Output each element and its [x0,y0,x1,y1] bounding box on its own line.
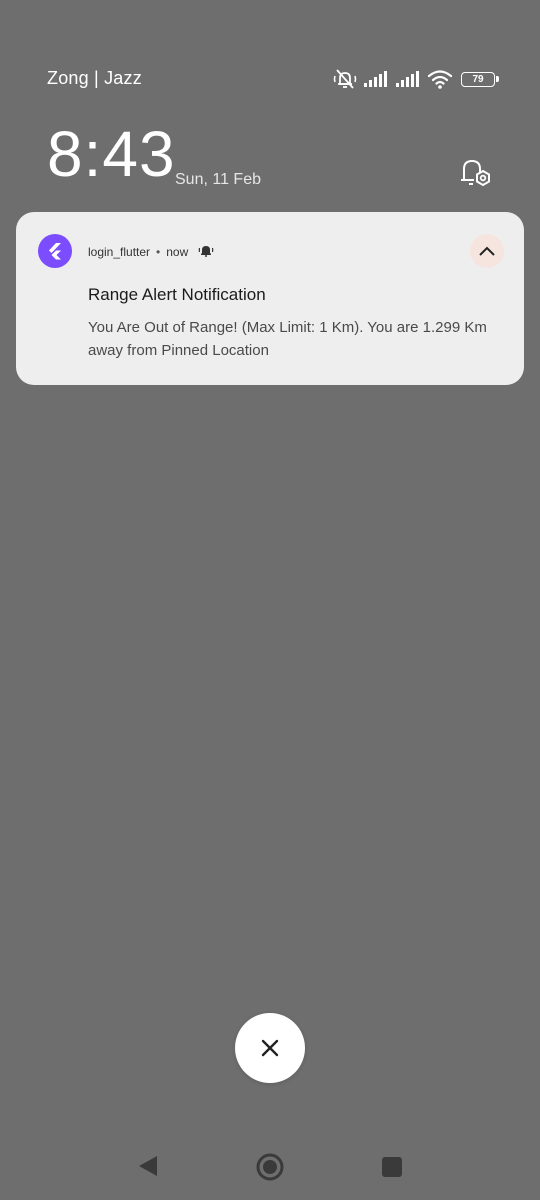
notification-card[interactable]: login_flutter • now Range Alert Notifica… [16,212,524,385]
lockscreen-date: Sun, 11 Feb [175,171,261,188]
lockscreen-clock: 8:43 [47,118,176,190]
home-icon[interactable] [255,1152,285,1187]
battery-icon: 79 [461,71,499,87]
signal-sim2-icon [395,70,421,88]
app-name: login_flutter [88,244,151,259]
mute-vibrate-off-icon [333,68,357,90]
meta-separator: • [156,244,161,259]
notification-header: login_flutter • now [88,243,214,260]
notification-settings-icon[interactable] [456,154,496,190]
close-icon [261,1039,279,1057]
signal-sim1-icon [363,70,389,88]
status-bar: Zong | Jazz 79 8:43 Sun, 11 Feb [0,0,540,188]
wifi-icon [427,69,453,89]
battery-level: 79 [472,73,484,85]
notification-title: Range Alert Notification [88,285,266,304]
carrier-label: Zong | Jazz [47,68,142,88]
navigation-bar [0,1140,540,1192]
chevron-up-icon [479,246,495,256]
alert-bell-icon [198,243,214,260]
clear-notifications-button[interactable] [235,1013,305,1083]
collapse-button[interactable] [470,234,504,268]
recents-icon[interactable] [381,1156,403,1183]
status-icons: 79 [333,66,499,92]
notification-time: now [166,244,189,259]
notification-body: You Are Out of Range! (Max Limit: 1 Km).… [88,319,487,359]
flutter-icon [38,234,72,268]
back-icon[interactable] [137,1154,159,1183]
